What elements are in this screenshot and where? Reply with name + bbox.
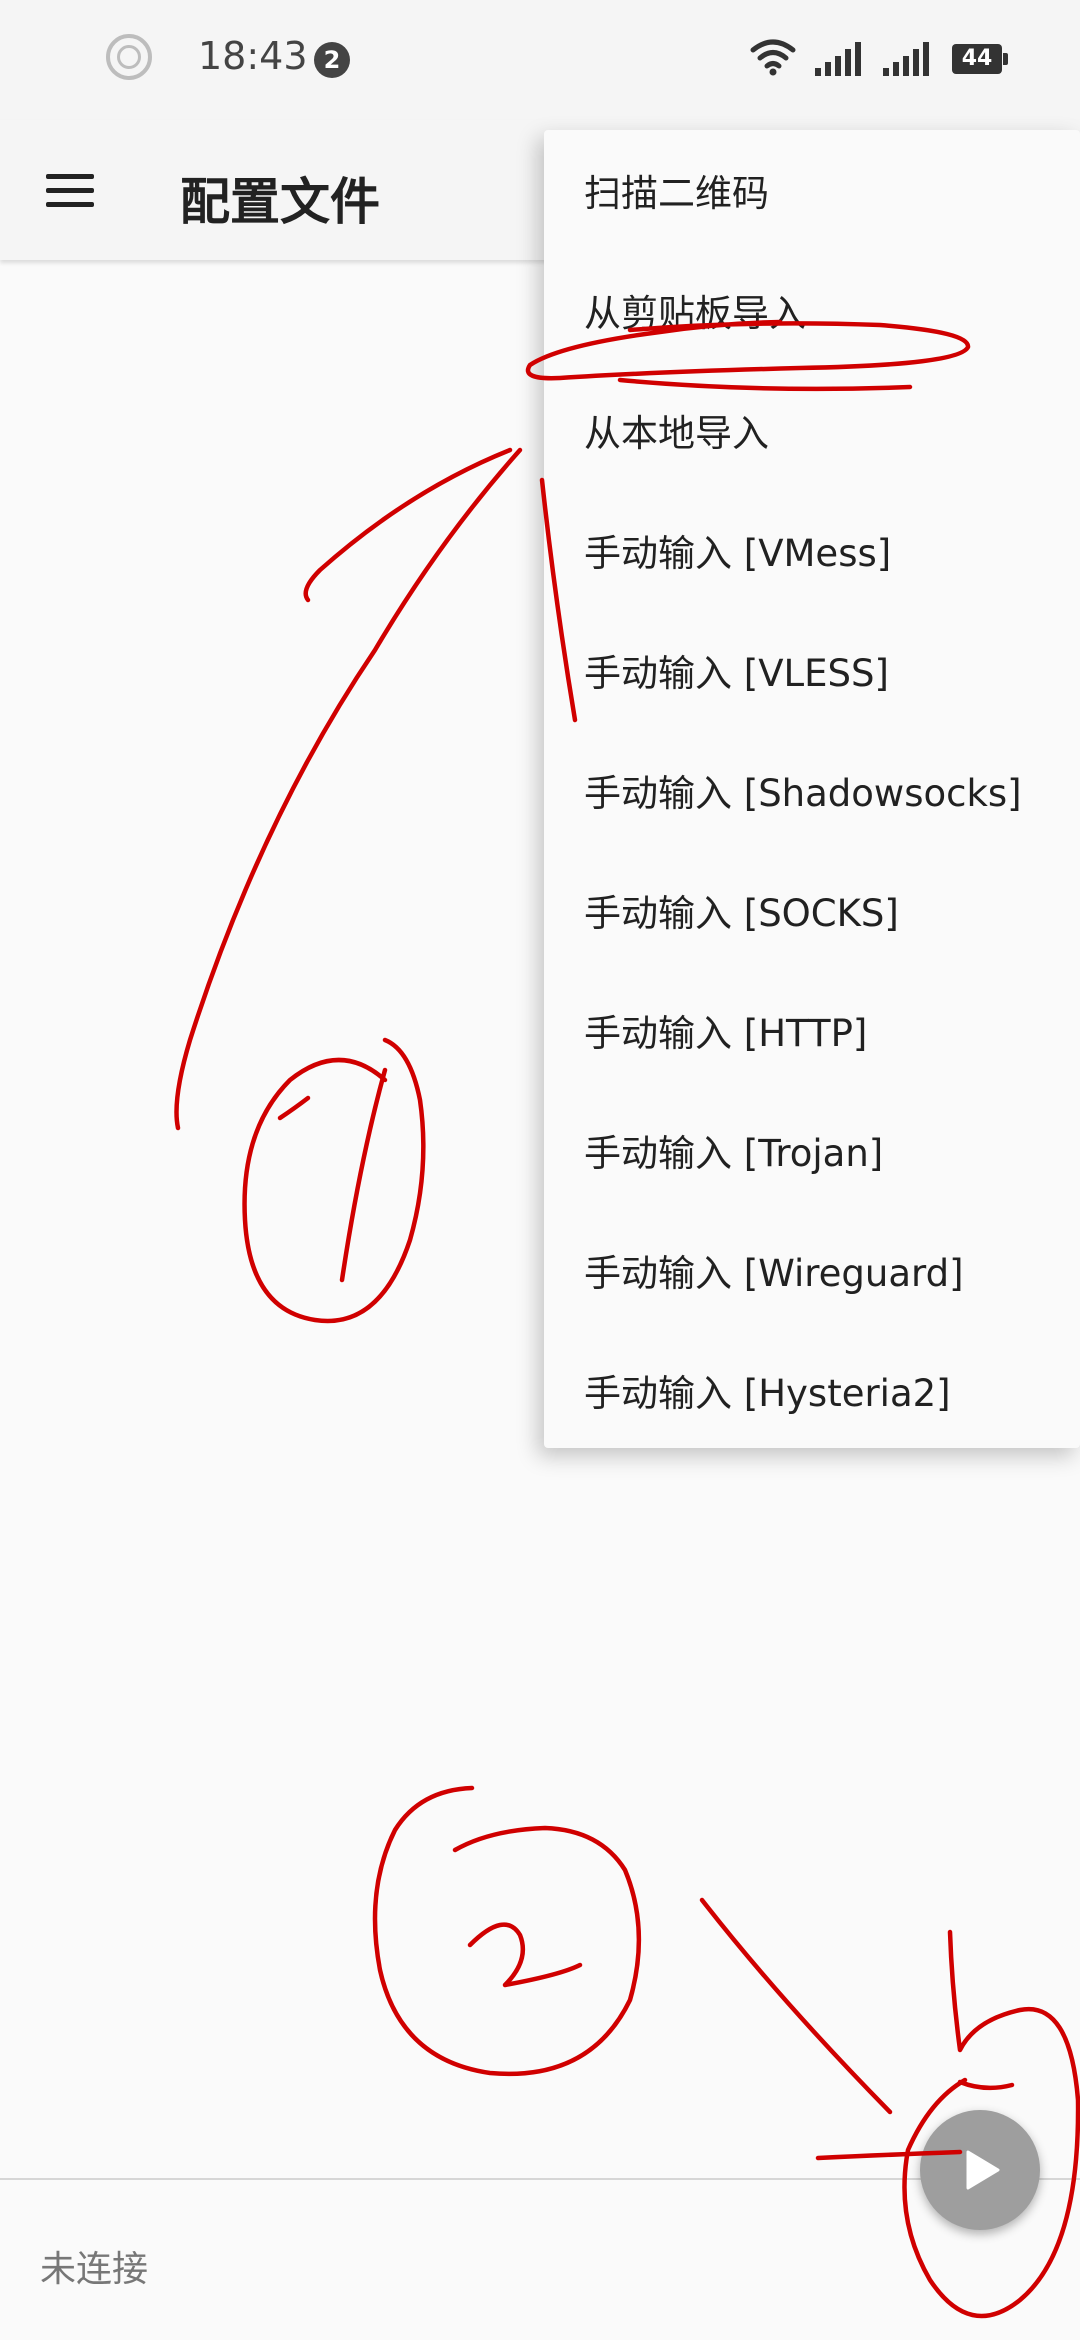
menu-item-manual-shadowsocks[interactable]: 手动输入 [Shadowsocks] (544, 730, 1080, 850)
status-bar: 18:43 2 44 (0, 0, 1080, 120)
annotation-numeral-one (339, 1067, 388, 1283)
annotation-numeral-one-flag (277, 1095, 311, 1121)
menu-item-manual-trojan[interactable]: 手动输入 [Trojan] (544, 1090, 1080, 1210)
start-vpn-button[interactable] (920, 2110, 1040, 2230)
annotation-arrow-to-fab (699, 1897, 893, 2115)
menu-item-manual-vmess[interactable]: 手动输入 [VMess] (544, 490, 1080, 610)
menu-item-manual-hysteria2[interactable]: 手动输入 [Hysteria2] (544, 1330, 1080, 1450)
cell-signal-icon (815, 42, 861, 76)
play-icon (966, 2150, 1000, 2190)
battery-icon: 44 (952, 44, 1008, 74)
menu-item-import-clipboard[interactable]: 从剪贴板导入 (544, 250, 1080, 370)
notification-count-badge: 2 (314, 42, 350, 78)
menu-item-manual-wireguard[interactable]: 手动输入 [Wireguard] (544, 1210, 1080, 1330)
menu-item-scan-qr[interactable]: 扫描二维码 (544, 130, 1080, 250)
hamburger-menu-icon[interactable] (30, 160, 110, 220)
menu-item-manual-http[interactable]: 手动输入 [HTTP] (544, 970, 1080, 1090)
menu-item-import-local[interactable]: 从本地导入 (544, 370, 1080, 490)
annotation-circle-two (372, 1785, 642, 2077)
annotation-arrow-head (303, 447, 513, 603)
annotation-numeral-two (467, 1922, 583, 1988)
bottom-divider (0, 2178, 1080, 2180)
add-config-dropdown-menu: 扫描二维码 从剪贴板导入 从本地导入 手动输入 [VMess] 手动输入 [VL… (544, 130, 1080, 1448)
connection-status: 未连接 (40, 2249, 149, 2290)
menu-item-manual-socks[interactable]: 手动输入 [SOCKS] (544, 850, 1080, 970)
circle-status-icon (106, 34, 152, 80)
cell-signal-icon (883, 42, 929, 76)
page-title: 配置文件 (180, 173, 380, 231)
annotation-arrow-shaft (174, 447, 523, 1131)
wifi-icon (750, 39, 796, 76)
menu-item-manual-vless[interactable]: 手动输入 [VLESS] (544, 610, 1080, 730)
annotation-circle-one (242, 1037, 426, 1324)
status-time: 18:43 (198, 34, 308, 78)
annotation-fab-tick (957, 2079, 1015, 2091)
